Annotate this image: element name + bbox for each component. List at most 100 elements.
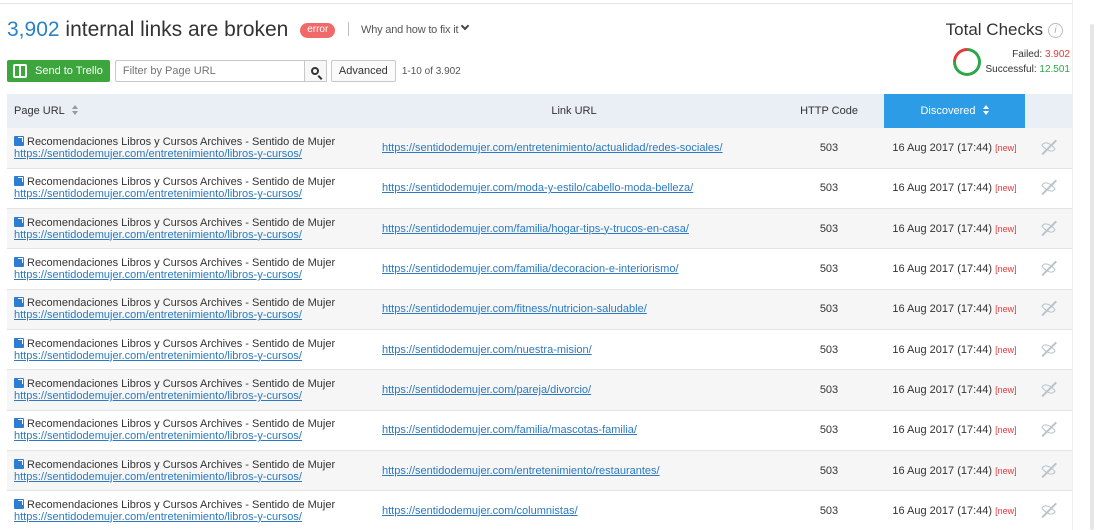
failed-value[interactable]: 3.902 bbox=[1045, 49, 1070, 60]
link-url-link[interactable]: https://sentidodemujer.com/familia/hogar… bbox=[382, 223, 689, 235]
hide-eye-icon[interactable] bbox=[1041, 341, 1056, 357]
hide-cell bbox=[1025, 369, 1072, 411]
successful-label: Successful: bbox=[985, 64, 1037, 75]
toolbar: Send to Trello Advanced 1-10 of 3.902 bbox=[7, 60, 461, 82]
link-url-link[interactable]: https://sentidodemujer.com/familia/masco… bbox=[382, 424, 637, 436]
page-url-link[interactable]: https://sentidodemujer.com/entretenimien… bbox=[14, 269, 374, 281]
page-title-text: Recomendaciones Libros y Cursos Archives… bbox=[27, 176, 336, 189]
page-url-link[interactable]: https://sentidodemujer.com/entretenimien… bbox=[14, 188, 374, 200]
hide-cell bbox=[1025, 168, 1072, 210]
column-header-discovered[interactable]: Discovered bbox=[884, 94, 1025, 128]
page-scrollbar[interactable] bbox=[1072, 0, 1100, 530]
link-url-link[interactable]: https://sentidodemujer.com/nuestra-misio… bbox=[382, 344, 592, 356]
why-and-how-link[interactable]: Why and how to fix it bbox=[361, 21, 470, 36]
hide-eye-icon[interactable] bbox=[1041, 180, 1056, 195]
info-icon[interactable]: i bbox=[1048, 23, 1063, 38]
http-code: 503 bbox=[774, 329, 884, 371]
filter-page-url-field[interactable] bbox=[114, 60, 305, 82]
discovered-cell: 16 Aug 2017 (17:44) [new] bbox=[884, 248, 1025, 290]
external-link-icon[interactable] bbox=[14, 337, 24, 348]
filter-page-url-input[interactable] bbox=[122, 65, 304, 77]
discovered-cell: 16 Aug 2017 (17:44) [new] bbox=[884, 128, 1025, 169]
page-url-link[interactable]: https://sentidodemujer.com/entretenimien… bbox=[14, 511, 374, 523]
column-header-actions bbox=[1025, 94, 1072, 128]
checks-summary: Failed: 3.902 Successful: 12.501 bbox=[985, 47, 1070, 77]
discovered-cell: 16 Aug 2017 (17:44) [new] bbox=[884, 289, 1025, 330]
discovered-cell: 16 Aug 2017 (17:44) [new] bbox=[884, 168, 1025, 210]
sort-icon bbox=[982, 105, 989, 115]
issue-header: 3,902 internal links are broken error Wh… bbox=[7, 16, 1070, 46]
column-header-page-url[interactable]: Page URL bbox=[7, 94, 374, 128]
hide-eye-icon[interactable] bbox=[1041, 260, 1056, 276]
page-url-link[interactable]: https://sentidodemujer.com/entretenimien… bbox=[14, 309, 374, 321]
page-url-cell: Recomendaciones Libros y Cursos Archives… bbox=[7, 208, 374, 250]
hide-eye-icon[interactable] bbox=[1041, 300, 1056, 316]
external-link-icon[interactable] bbox=[14, 418, 24, 429]
page-title: Recomendaciones Libros y Cursos Archives… bbox=[14, 377, 335, 390]
page-title-text: Recomendaciones Libros y Cursos Archives… bbox=[27, 297, 336, 310]
page-url-link[interactable]: https://sentidodemujer.com/entretenimien… bbox=[14, 229, 374, 241]
discovered-header-label: Discovered bbox=[920, 105, 976, 117]
advanced-filter-button[interactable]: Advanced bbox=[330, 60, 396, 82]
link-url-link[interactable]: https://sentidodemujer.com/moda-y-estilo… bbox=[382, 182, 693, 194]
total-checks-panel: Total Checks i Failed: 3.902 Successful:… bbox=[940, 20, 1070, 82]
link-url-cell: https://sentidodemujer.com/familia/decor… bbox=[374, 248, 774, 290]
send-to-trello-button[interactable]: Send to Trello bbox=[7, 60, 110, 82]
link-url-link[interactable]: https://sentidodemujer.com/familia/decor… bbox=[382, 263, 679, 275]
page-url-cell: Recomendaciones Libros y Cursos Archives… bbox=[7, 450, 374, 492]
broken-links-count[interactable]: 3,902 bbox=[7, 18, 60, 41]
http-code: 503 bbox=[774, 410, 884, 451]
discovered-cell: 16 Aug 2017 (17:44) [new] bbox=[884, 450, 1025, 492]
link-url-link[interactable]: https://sentidodemujer.com/pareja/divorc… bbox=[382, 384, 591, 396]
table-row: Recomendaciones Libros y Cursos Archives… bbox=[7, 208, 1072, 250]
discovered-cell: 16 Aug 2017 (17:44) [new] bbox=[884, 490, 1025, 530]
link-url-link[interactable]: https://sentidodemujer.com/fitness/nutri… bbox=[382, 303, 647, 315]
hide-eye-icon[interactable] bbox=[1041, 381, 1056, 397]
hide-eye-icon[interactable] bbox=[1041, 139, 1056, 155]
search-button[interactable] bbox=[304, 60, 327, 82]
page-title-text: Recomendaciones Libros y Cursos Archives… bbox=[27, 498, 336, 511]
external-link-icon[interactable] bbox=[14, 377, 24, 388]
successful-value[interactable]: 12.501 bbox=[1039, 64, 1070, 75]
hide-eye-icon[interactable] bbox=[1041, 502, 1056, 518]
link-url-link[interactable]: https://sentidodemujer.com/entretenimien… bbox=[382, 465, 660, 477]
hide-eye-icon[interactable] bbox=[1041, 220, 1056, 236]
discovered-date: 16 Aug 2017 (17:44) bbox=[892, 303, 993, 316]
discovered-cell: 16 Aug 2017 (17:44) [new] bbox=[884, 208, 1025, 250]
external-link-icon[interactable] bbox=[14, 176, 24, 187]
external-link-icon[interactable] bbox=[14, 135, 24, 146]
broken-links-table: Page URL Link URL HTTP Code Discovered R… bbox=[7, 94, 1072, 530]
page-url-link[interactable]: https://sentidodemujer.com/entretenimien… bbox=[14, 430, 374, 442]
issue-title-text: internal links are broken bbox=[65, 18, 289, 41]
page-url-cell: Recomendaciones Libros y Cursos Archives… bbox=[7, 329, 374, 371]
http-code: 503 bbox=[774, 208, 884, 250]
link-url-link[interactable]: https://sentidodemujer.com/entretenimien… bbox=[382, 142, 723, 154]
column-header-link-url: Link URL bbox=[374, 94, 774, 128]
page-url-link[interactable]: https://sentidodemujer.com/entretenimien… bbox=[14, 471, 374, 483]
discovered-cell: 16 Aug 2017 (17:44) [new] bbox=[884, 410, 1025, 451]
page-url-cell: Recomendaciones Libros y Cursos Archives… bbox=[7, 289, 374, 330]
external-link-icon[interactable] bbox=[14, 458, 24, 469]
hide-cell bbox=[1025, 208, 1072, 250]
discovered-date: 16 Aug 2017 (17:44) bbox=[892, 141, 993, 154]
table-header-row: Page URL Link URL HTTP Code Discovered bbox=[7, 94, 1072, 128]
table-row: Recomendaciones Libros y Cursos Archives… bbox=[7, 168, 1072, 210]
external-link-icon[interactable] bbox=[14, 498, 24, 509]
hide-eye-icon[interactable] bbox=[1041, 462, 1056, 477]
page-title: Recomendaciones Libros y Cursos Archives… bbox=[14, 257, 335, 269]
hide-eye-icon[interactable] bbox=[1041, 421, 1056, 437]
failed-label: Failed: bbox=[1012, 49, 1043, 60]
page-url-link[interactable]: https://sentidodemujer.com/entretenimien… bbox=[14, 390, 374, 402]
scrollbar-thumb[interactable] bbox=[1090, 24, 1094, 530]
http-code: 503 bbox=[774, 128, 884, 169]
chevron-down-icon bbox=[461, 21, 470, 31]
page-url-link[interactable]: https://sentidodemujer.com/entretenimien… bbox=[14, 350, 374, 362]
external-link-icon[interactable] bbox=[14, 216, 24, 227]
external-link-icon[interactable] bbox=[14, 257, 24, 268]
external-link-icon[interactable] bbox=[14, 297, 24, 308]
new-tag: [new] bbox=[995, 304, 1017, 315]
trello-icon bbox=[13, 64, 27, 78]
results-range: 1-10 of 3.902 bbox=[401, 65, 461, 77]
page-url-link[interactable]: https://sentidodemujer.com/entretenimien… bbox=[14, 148, 374, 160]
link-url-link[interactable]: https://sentidodemujer.com/columnistas/ bbox=[382, 505, 578, 517]
